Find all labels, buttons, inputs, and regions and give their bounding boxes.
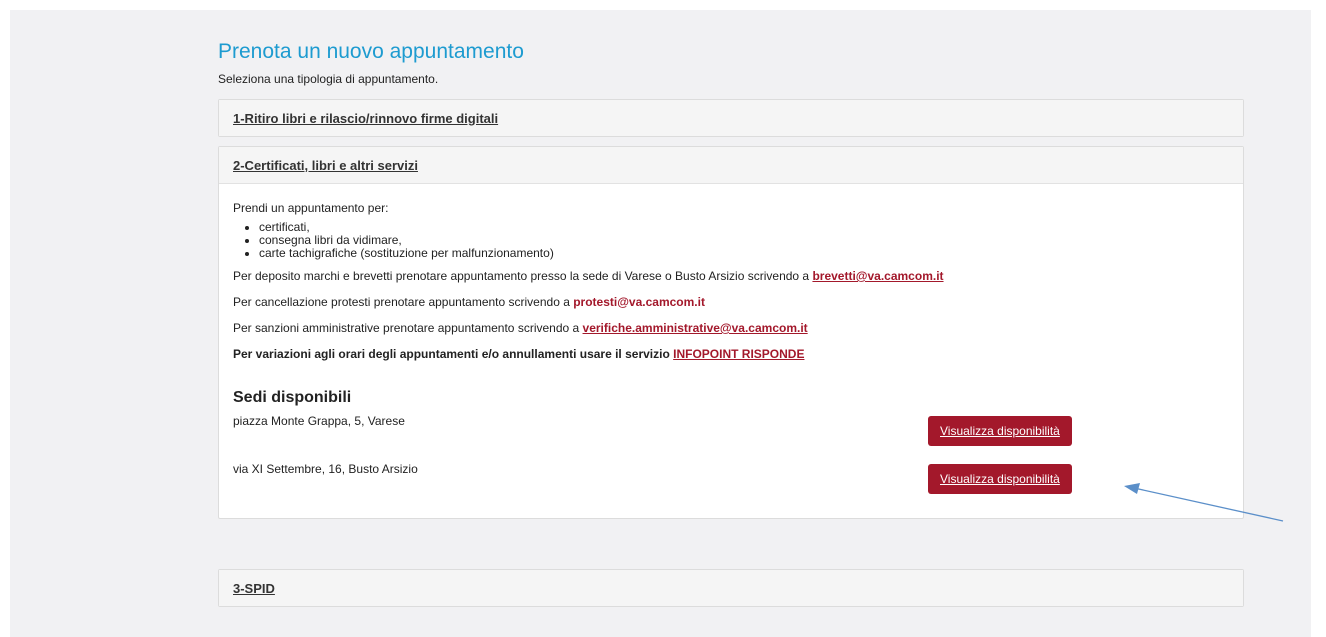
main-content: Prenota un nuovo appuntamento Seleziona … bbox=[218, 38, 1244, 607]
infopoint-risponde-link[interactable]: INFOPOINT RISPONDE bbox=[673, 347, 804, 361]
marchi-text: Per deposito marchi e brevetti prenotare… bbox=[233, 269, 813, 283]
panel-title-certificati[interactable]: 2-Certificati, libri e altri servizi bbox=[233, 158, 418, 173]
annotation-arrow-icon bbox=[1124, 483, 1284, 522]
verifiche-email-link[interactable]: verifiche.amministrative@va.camcom.it bbox=[583, 321, 808, 335]
variazioni-text: Per variazioni agli orari degli appuntam… bbox=[233, 347, 674, 361]
variazioni-paragraph: Per variazioni agli orari degli appuntam… bbox=[233, 346, 1229, 362]
services-list: certificati, consegna libri da vidimare,… bbox=[233, 221, 1229, 260]
intro-text: Prendi un appuntamento per: bbox=[233, 201, 389, 215]
protesti-text: Per cancellazione protesti prenotare app… bbox=[233, 295, 574, 309]
protesti-email-link[interactable]: protesti@va.camcom.it bbox=[573, 295, 705, 309]
sanzioni-text: Per sanzioni amministrative prenotare ap… bbox=[233, 321, 583, 335]
panel-title-spid[interactable]: 3-SPID bbox=[233, 581, 275, 596]
panel-header-ritiro-libri[interactable]: 1-Ritiro libri e rilascio/rinnovo firme … bbox=[219, 100, 1243, 136]
panel-spid: 3-SPID bbox=[218, 569, 1244, 607]
list-item: carte tachigrafiche (sostituzione per ma… bbox=[259, 247, 1229, 260]
visualizza-disponibilita-button[interactable]: Visualizza disponibilità bbox=[928, 464, 1072, 494]
sede-row: via XI Settembre, 16, Busto Arsizio Visu… bbox=[233, 460, 1229, 506]
panel-ritiro-libri: 1-Ritiro libri e rilascio/rinnovo firme … bbox=[218, 99, 1244, 137]
sanzioni-paragraph: Per sanzioni amministrative prenotare ap… bbox=[233, 320, 1229, 336]
panel-certificati: 2-Certificati, libri e altri servizi Pre… bbox=[218, 146, 1244, 519]
page-subtitle: Seleziona una tipologia di appuntamento. bbox=[218, 72, 439, 86]
protesti-paragraph: Per cancellazione protesti prenotare app… bbox=[233, 294, 1229, 310]
panel-header-spid[interactable]: 3-SPID bbox=[219, 570, 1243, 606]
panel-title-ritiro-libri[interactable]: 1-Ritiro libri e rilascio/rinnovo firme … bbox=[233, 111, 498, 126]
sede-row: piazza Monte Grappa, 5, Varese Visualizz… bbox=[233, 412, 1229, 460]
sede-address: via XI Settembre, 16, Busto Arsizio bbox=[233, 462, 418, 476]
page-title: Prenota un nuovo appuntamento bbox=[218, 40, 524, 63]
brevetti-email-link[interactable]: brevetti@va.camcom.it bbox=[812, 269, 943, 283]
visualizza-disponibilita-button[interactable]: Visualizza disponibilità bbox=[928, 416, 1072, 446]
panel-header-certificati[interactable]: 2-Certificati, libri e altri servizi bbox=[219, 147, 1243, 184]
list-item: certificati, bbox=[259, 221, 1229, 234]
marchi-paragraph: Per deposito marchi e brevetti prenotare… bbox=[233, 268, 1229, 284]
panel-body-certificati: Prendi un appuntamento per: certificati,… bbox=[219, 184, 1243, 518]
sede-address: piazza Monte Grappa, 5, Varese bbox=[233, 414, 405, 428]
sedi-heading: Sedi disponibili bbox=[233, 389, 352, 406]
